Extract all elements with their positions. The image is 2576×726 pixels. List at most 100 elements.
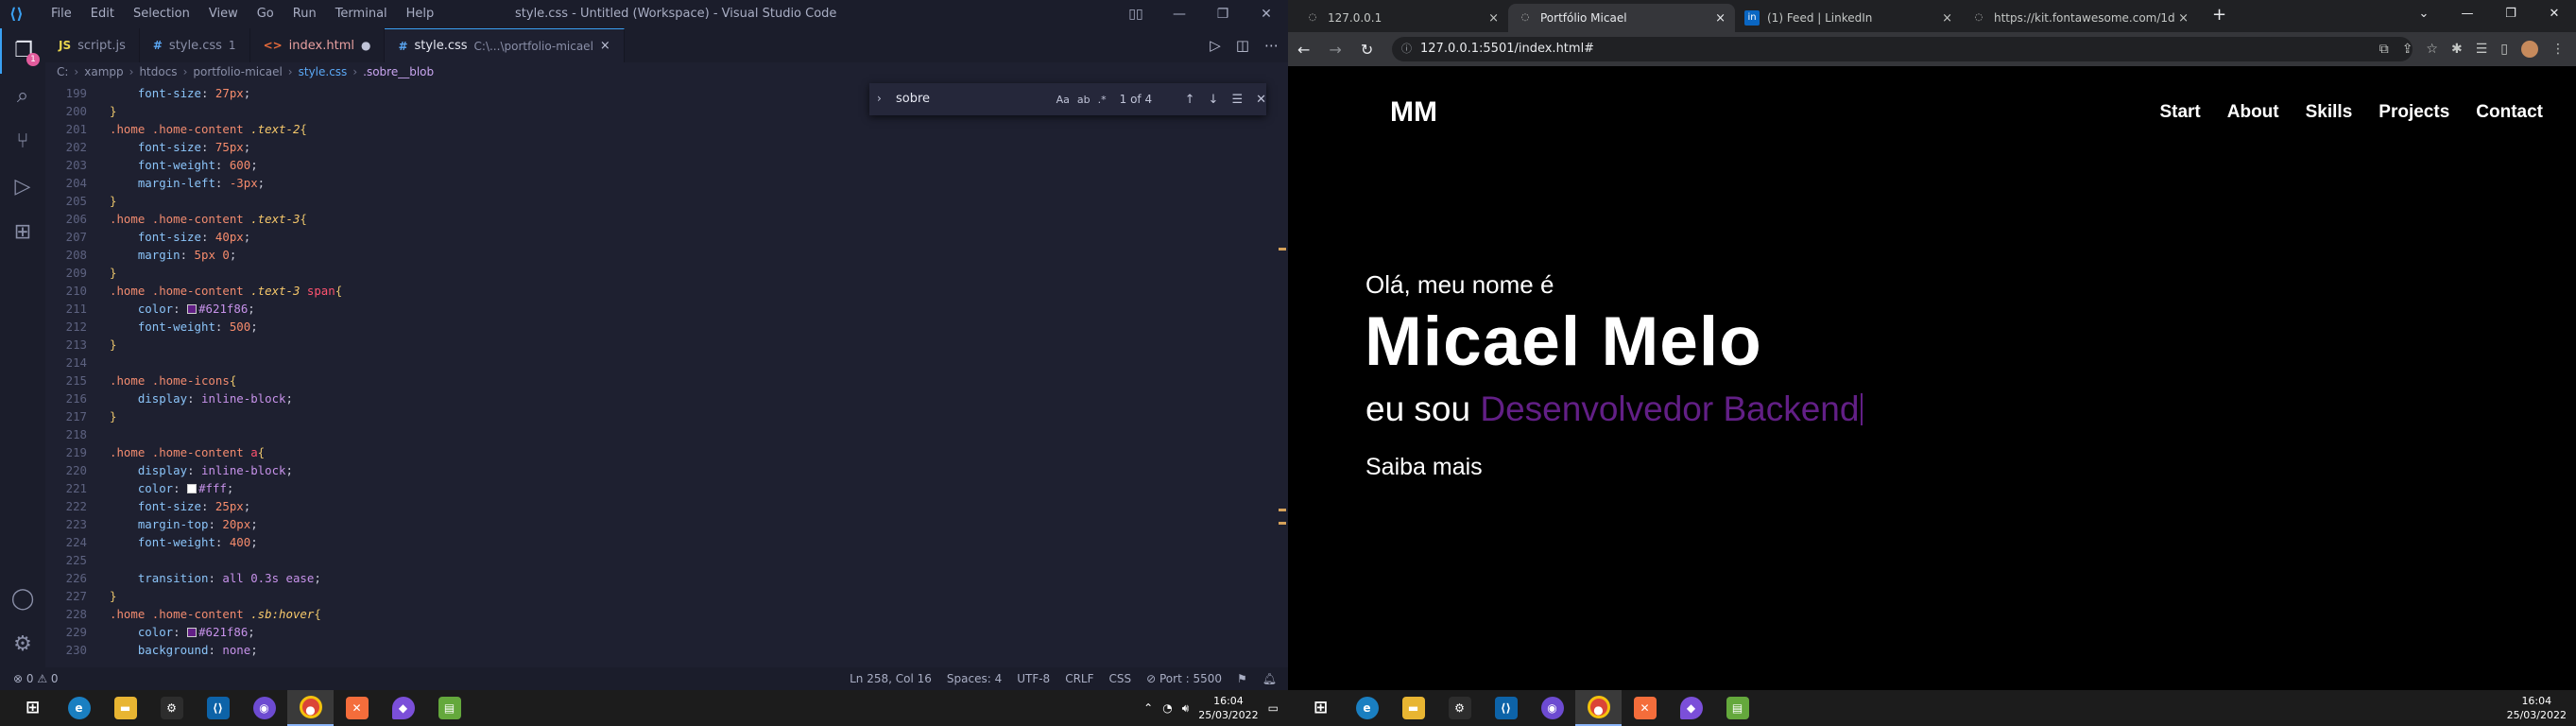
site-logo[interactable]: MM [1390, 96, 1437, 129]
taskbar-chrome[interactable]: ● [287, 690, 334, 726]
taskbar-vscode[interactable]: ⟨⟩ [1483, 690, 1529, 726]
find-input[interactable]: sobre [892, 88, 1051, 111]
source-control-icon[interactable]: ⑂ [0, 119, 45, 164]
share-icon[interactable]: ⇪ [2402, 42, 2413, 57]
extensions-puzzle-icon[interactable]: ✱ [2451, 42, 2463, 57]
taskbar-vscode[interactable]: ⟨⟩ [195, 690, 241, 726]
browser-tab-active[interactable]: ◌ Portfólio Micael × [1508, 4, 1735, 32]
encoding[interactable]: UTF-8 [1017, 667, 1050, 690]
breadcrumb-symbol[interactable]: .sobre__blob [363, 62, 434, 81]
browser-tab[interactable]: ◌ 127.0.0.1 × [1296, 4, 1508, 32]
tab-style-css-active[interactable]: # style.css C:\...\portfolio-micael × [385, 28, 625, 62]
close-find-icon[interactable]: ✕ [1256, 93, 1266, 107]
taskbar-edge[interactable]: e [56, 690, 102, 726]
nav-projects[interactable]: Projects [2379, 102, 2449, 123]
taskbar-explorer[interactable]: ▬ [102, 690, 148, 726]
feedback-icon[interactable]: ⚑ [1237, 667, 1247, 690]
browser-tab[interactable]: in (1) Feed | LinkedIn × [1735, 4, 1962, 32]
code-editor[interactable]: 198.home .home-content .text-1{199 font-… [45, 81, 1288, 667]
back-arrow-icon[interactable]: ← [1297, 41, 1310, 59]
taskbar-chrome[interactable]: ● [1575, 690, 1622, 726]
vscode-logo-icon[interactable]: ⟨⟩ [9, 6, 26, 23]
maximize-button[interactable]: ❐ [1201, 0, 1245, 28]
reload-icon[interactable]: ↻ [1361, 41, 1373, 59]
color-swatch-icon[interactable] [187, 484, 197, 493]
live-server-port[interactable]: ⊘ Port : 5500 [1146, 667, 1222, 690]
taskbar-notepad[interactable]: ▤ [426, 690, 472, 726]
new-tab-plus-icon[interactable]: + [2212, 5, 2226, 25]
nav-start[interactable]: Start [2159, 102, 2200, 123]
info-icon[interactable]: ⓘ [1401, 37, 1412, 61]
tab-index-html[interactable]: <> index.html ● [250, 28, 386, 62]
menu-edit[interactable]: Edit [81, 0, 124, 28]
cursor-position[interactable]: Ln 258, Col 16 [850, 667, 932, 690]
browser-tab[interactable]: ◌ https://kit.fontawesome.com/1d × [1962, 4, 2198, 32]
minimize-button[interactable]: — [1158, 0, 1201, 28]
extensions-icon[interactable]: ⊞ [0, 210, 45, 255]
taskbar-xampp[interactable]: ✕ [1622, 690, 1668, 726]
menu-file[interactable]: File [42, 0, 81, 28]
network-icon[interactable]: ◔ [1162, 701, 1172, 715]
tab-close-icon[interactable]: × [1488, 11, 1499, 26]
clock[interactable]: 16:04 25/03/2022 [1198, 694, 1258, 722]
chrome-menu-icon[interactable]: ⋮ [2551, 42, 2565, 57]
taskbar-notepad[interactable]: ▤ [1714, 690, 1760, 726]
color-swatch-icon[interactable] [187, 304, 197, 314]
tab-close-icon[interactable]: × [2178, 11, 2189, 26]
start-button[interactable]: ⊞ [1297, 690, 1344, 726]
match-word-icon[interactable]: ab [1077, 94, 1091, 106]
menu-go[interactable]: Go [248, 0, 283, 28]
bookmark-star-icon[interactable]: ☆ [2426, 42, 2438, 57]
taskbar-settings[interactable]: ⚙ [148, 690, 195, 726]
search-icon[interactable]: ⌕ [0, 74, 45, 119]
taskbar-xampp[interactable]: ✕ [334, 690, 380, 726]
menu-view[interactable]: View [199, 0, 248, 28]
tab-script-js[interactable]: JS script.js [45, 28, 140, 62]
line-ending[interactable]: CRLF [1065, 667, 1093, 690]
restore-button[interactable]: ❐ [2489, 0, 2533, 28]
reading-list-icon[interactable]: ☰ [2476, 42, 2488, 57]
clock[interactable]: 16:04 25/03/2022 [2507, 694, 2567, 722]
side-panel-icon[interactable]: ▯ [2500, 42, 2508, 57]
breadcrumb-item[interactable]: htdocs [139, 62, 177, 81]
color-swatch-icon[interactable] [187, 628, 197, 637]
taskbar-github[interactable]: ◉ [241, 690, 287, 726]
tab-close-icon[interactable]: × [1715, 11, 1726, 26]
menu-terminal[interactable]: Terminal [326, 0, 397, 28]
split-editor-icon[interactable]: ◫ [1236, 37, 1249, 54]
breadcrumb-item[interactable]: portfolio-micael [193, 62, 282, 81]
forward-arrow-icon[interactable]: → [1329, 41, 1341, 59]
indentation[interactable]: Spaces: 4 [947, 667, 1002, 690]
saiba-mais-link[interactable]: Saiba mais [1365, 454, 1483, 481]
problems-indicator[interactable]: ⊗ 0 ⚠ 0 [13, 667, 59, 690]
volume-icon[interactable]: 🔊︎ [1182, 701, 1190, 716]
nav-contact[interactable]: Contact [2476, 102, 2543, 123]
run-icon[interactable]: ▷ [1210, 37, 1221, 54]
breadcrumb-item[interactable]: C: [57, 62, 68, 81]
close-window-button[interactable]: ✕ [2533, 0, 2576, 28]
find-in-selection-icon[interactable]: ☰ [1231, 93, 1243, 107]
more-actions-icon[interactable]: ⋯ [1264, 37, 1279, 54]
start-button[interactable]: ⊞ [9, 690, 56, 726]
settings-gear-icon[interactable]: ⚙ [0, 622, 45, 667]
match-case-icon[interactable]: Aa [1056, 94, 1070, 106]
account-icon[interactable]: ◯ [0, 577, 45, 622]
minimize-button[interactable]: — [2446, 0, 2489, 28]
run-debug-icon[interactable]: ▷ [0, 164, 45, 210]
menu-selection[interactable]: Selection [124, 0, 199, 28]
nav-skills[interactable]: Skills [2306, 102, 2353, 123]
menu-run[interactable]: Run [283, 0, 326, 28]
tab-style-css-1[interactable]: # style.css 1 [140, 28, 250, 62]
notification-center-icon[interactable]: ▭ [1268, 701, 1279, 715]
explorer-icon[interactable]: ❐ 1 [0, 28, 45, 74]
profile-avatar[interactable] [2521, 41, 2538, 58]
translate-icon[interactable]: ⧉ [2379, 42, 2389, 57]
next-match-icon[interactable]: ↓ [1209, 93, 1219, 107]
tab-close-icon[interactable]: × [1942, 11, 1952, 26]
taskbar-explorer[interactable]: ▬ [1390, 690, 1436, 726]
unsaved-dot-icon[interactable]: ● [361, 39, 370, 52]
tab-search-chevron-icon[interactable]: ⌄ [2402, 0, 2446, 28]
regex-icon[interactable]: .* [1098, 94, 1107, 106]
tab-close-icon[interactable]: × [600, 39, 610, 53]
breadcrumb-item[interactable]: xampp [84, 62, 123, 81]
